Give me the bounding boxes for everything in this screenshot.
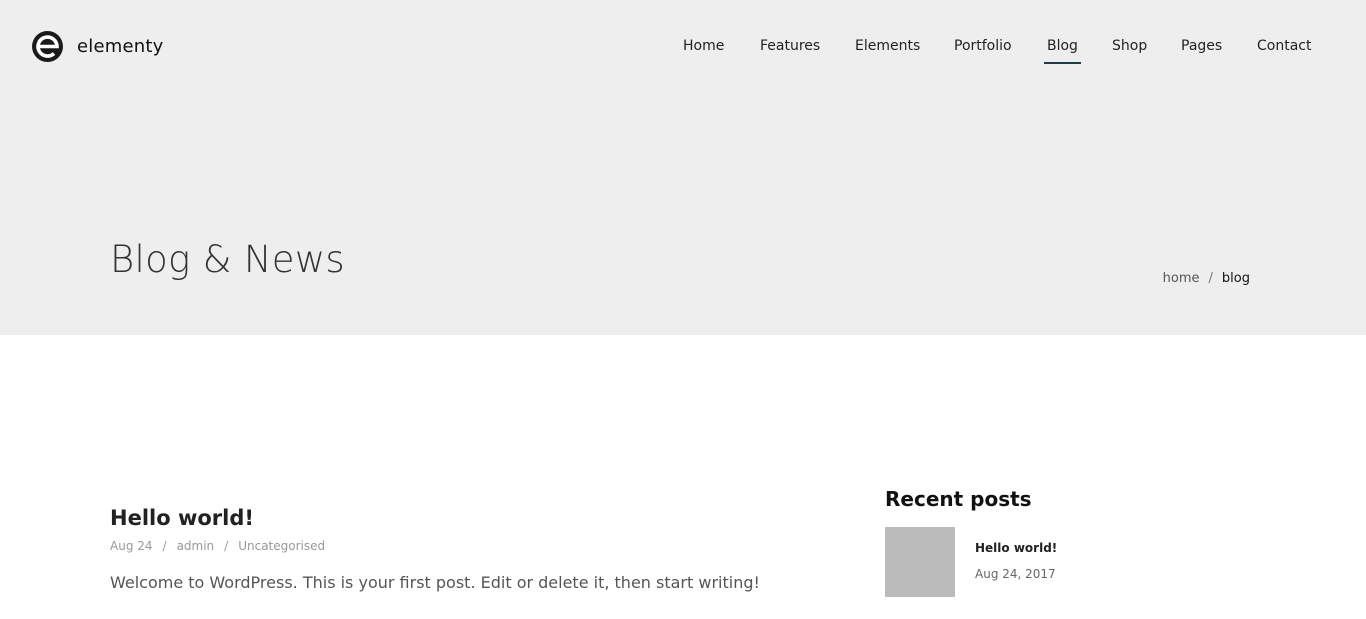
post-date[interactable]: Aug 24 [110, 539, 153, 553]
breadcrumb: home / blog [1163, 271, 1250, 286]
site-logo[interactable]: elementy [32, 31, 163, 62]
recent-post-item: Hello world! Aug 24, 2017 [885, 527, 1265, 597]
post-excerpt: Welcome to WordPress. This is your first… [110, 573, 760, 592]
blog-post: Hello world! Aug 24 / admin / Uncategori… [110, 506, 790, 592]
e-logo-icon [32, 31, 63, 62]
meta-separator: / [224, 539, 229, 553]
breadcrumb-separator: / [1208, 271, 1213, 286]
post-meta: Aug 24 / admin / Uncategorised [110, 539, 790, 553]
recent-post-date: Aug 24, 2017 [975, 567, 1056, 581]
page-header: elementy Home Features Elements Portfoli… [0, 0, 1366, 335]
meta-separator: / [162, 539, 167, 553]
nav-item-contact[interactable]: Contact [1257, 38, 1311, 54]
nav-item-pages[interactable]: Pages [1181, 38, 1222, 54]
recent-posts-title: Recent posts [885, 487, 1032, 511]
nav-item-portfolio[interactable]: Portfolio [954, 38, 1012, 54]
nav-item-elements[interactable]: Elements [855, 38, 920, 54]
recent-post-thumbnail[interactable] [885, 527, 955, 597]
recent-post-title[interactable]: Hello world! [975, 541, 1057, 555]
nav-item-features[interactable]: Features [760, 38, 820, 54]
page-title: Blog & News [110, 238, 346, 281]
nav-item-shop[interactable]: Shop [1112, 38, 1147, 54]
sidebar: Recent posts Hello world! Aug 24, 2017 [885, 487, 1265, 597]
nav-item-home[interactable]: Home [683, 38, 724, 54]
post-title[interactable]: Hello world! [110, 506, 790, 530]
site-name: elementy [77, 36, 164, 57]
breadcrumb-home-link[interactable]: home [1163, 271, 1200, 286]
nav-item-blog[interactable]: Blog [1044, 38, 1081, 64]
post-category[interactable]: Uncategorised [238, 539, 325, 553]
recent-post-info: Hello world! Aug 24, 2017 [975, 541, 1057, 581]
post-author[interactable]: admin [177, 539, 215, 553]
breadcrumb-current: blog [1221, 271, 1250, 286]
